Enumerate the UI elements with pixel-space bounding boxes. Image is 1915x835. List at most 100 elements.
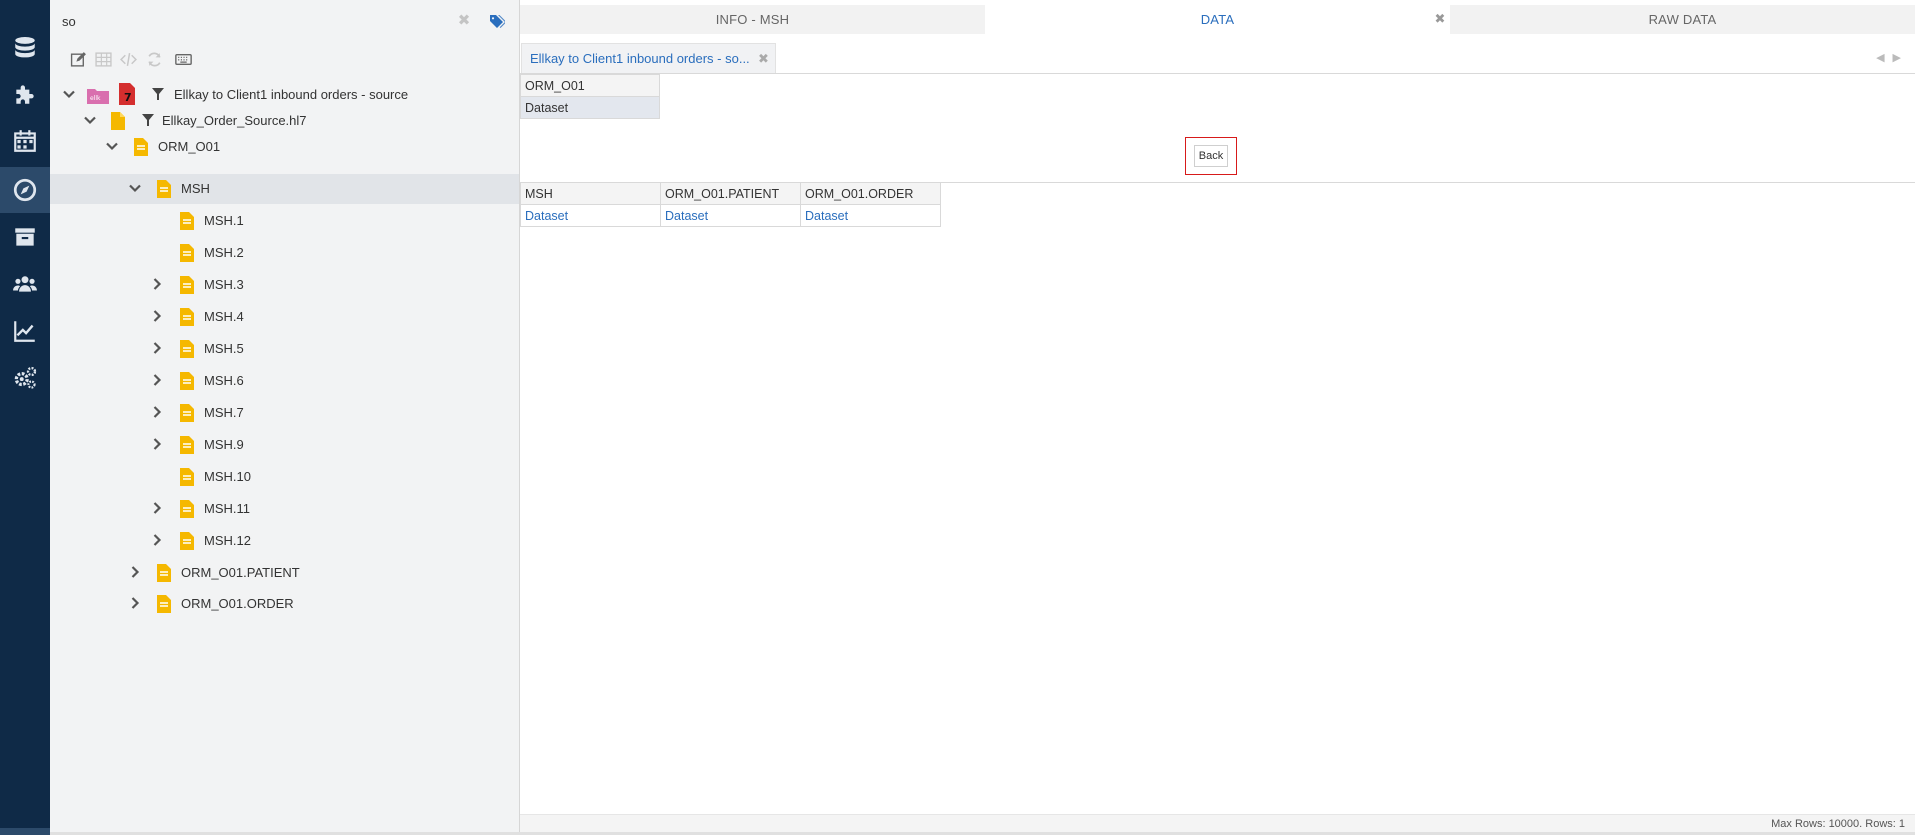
- grid-cell-dataset[interactable]: Dataset: [520, 96, 660, 119]
- back-button[interactable]: Back: [1194, 145, 1228, 167]
- code-icon: [117, 49, 139, 69]
- close-icon[interactable]: ✖: [758, 51, 769, 67]
- tree-node-field[interactable]: MSH.1: [50, 206, 519, 236]
- tree-node-group[interactable]: ORM_O01.PATIENT: [50, 558, 519, 588]
- segment-file-icon: [179, 339, 195, 359]
- chevron-down-icon[interactable]: [62, 87, 78, 103]
- tree-toolbar: [50, 46, 519, 72]
- chevron-down-icon[interactable]: [105, 139, 121, 155]
- nav-database[interactable]: [0, 25, 50, 71]
- nav-settings[interactable]: [0, 355, 50, 401]
- chevron-right-icon[interactable]: [150, 341, 166, 357]
- svg-text:7: 7: [124, 91, 132, 104]
- database-icon: [15, 36, 35, 58]
- segment-file-icon: [179, 435, 195, 455]
- tree-node-field[interactable]: MSH.12: [50, 526, 519, 556]
- tree-node-label: ORM_O01.ORDER: [181, 596, 294, 611]
- keyboard-icon[interactable]: [172, 49, 194, 69]
- nav-users[interactable]: [0, 261, 50, 307]
- subtab-channel[interactable]: Ellkay to Client1 inbound orders - so...…: [521, 43, 776, 73]
- nav-reports[interactable]: [0, 308, 50, 354]
- tree-node-field[interactable]: MSH.4: [50, 302, 519, 332]
- chevron-right-icon[interactable]: [150, 309, 166, 325]
- navigation-rail: [0, 0, 50, 835]
- tab-raw-data[interactable]: RAW DATA: [1450, 5, 1915, 34]
- tab-info-msh[interactable]: INFO - MSH: [520, 5, 985, 34]
- close-tab-icon[interactable]: ✖: [1433, 12, 1447, 26]
- grid-header: ORM_O01.PATIENT: [660, 182, 801, 205]
- segment-grid: MSH ORM_O01.PATIENT ORM_O01.ORDER Datase…: [520, 182, 941, 227]
- tree-node-label: MSH.7: [204, 405, 244, 420]
- chevron-down-icon[interactable]: [128, 181, 144, 197]
- clear-search-icon[interactable]: ✖: [455, 12, 473, 30]
- tab-data[interactable]: DATA: [985, 5, 1450, 34]
- tree-node-label: MSH.5: [204, 341, 244, 356]
- segment-file-icon: [179, 403, 195, 423]
- nav-archive[interactable]: [0, 214, 50, 260]
- segment-file-icon: [179, 371, 195, 391]
- segment-file-icon: [179, 211, 195, 231]
- dataset-link[interactable]: Dataset: [520, 204, 661, 227]
- tree-node-label: MSH.2: [204, 245, 244, 260]
- tree-node-field[interactable]: MSH.10: [50, 462, 519, 492]
- tree-node-field[interactable]: MSH.5: [50, 334, 519, 364]
- tree-node-message[interactable]: ORM_O01: [50, 132, 519, 162]
- subtab-label: Ellkay to Client1 inbound orders - so...: [530, 51, 750, 66]
- tree-node-label: MSH.1: [204, 213, 244, 228]
- tree-node-field[interactable]: MSH.7: [50, 398, 519, 428]
- dataset-link[interactable]: Dataset: [800, 204, 941, 227]
- status-text: Max Rows: 10000. Rows: 1: [1771, 818, 1905, 830]
- tree-node-group[interactable]: ORM_O01.ORDER: [50, 589, 519, 619]
- tree-node-field[interactable]: MSH.11: [50, 494, 519, 524]
- svg-text:ellk: ellk: [90, 95, 101, 102]
- table-icon: [92, 49, 114, 69]
- filter-icon: [152, 88, 164, 100]
- chevron-right-icon[interactable]: [150, 405, 166, 421]
- segment-file-icon: [179, 307, 195, 327]
- filter-icon: [142, 114, 154, 126]
- dataset-link[interactable]: Dataset: [660, 204, 801, 227]
- segment-file-icon: [179, 243, 195, 263]
- chevron-right-icon[interactable]: [150, 277, 166, 293]
- nav-schedule[interactable]: [0, 118, 50, 164]
- search-row: ✖: [50, 8, 519, 36]
- tree-node-field[interactable]: MSH.3: [50, 270, 519, 300]
- tag-icon[interactable]: [489, 14, 507, 32]
- segment-file-icon: [156, 179, 172, 199]
- tab-scroll-arrows-icon[interactable]: ◀▶: [1876, 51, 1909, 64]
- tree-panel: ✖ ellk 7 Ellkay to Client1 inbound: [50, 0, 520, 835]
- chevron-right-icon[interactable]: [150, 437, 166, 453]
- folder-icon: ellk: [87, 86, 109, 104]
- message-grid: ORM_O01 Dataset: [520, 74, 660, 119]
- nav-components[interactable]: [0, 71, 50, 117]
- subtab-row: Ellkay to Client1 inbound orders - so...…: [520, 43, 1915, 74]
- calendar-icon: [14, 130, 36, 152]
- chevron-right-icon[interactable]: [150, 373, 166, 389]
- search-input[interactable]: [58, 10, 446, 32]
- grid-header: ORM_O01: [520, 74, 660, 97]
- chevron-right-icon[interactable]: [150, 501, 166, 517]
- nav-explore[interactable]: [0, 167, 50, 213]
- chevron-right-icon[interactable]: [128, 565, 144, 581]
- tree-node-label: ORM_O01.PATIENT: [181, 565, 300, 580]
- tree-node-field[interactable]: MSH.2: [50, 238, 519, 268]
- tree-node-label: MSH: [181, 181, 210, 196]
- edit-icon[interactable]: [67, 49, 89, 69]
- chevron-down-icon[interactable]: [83, 113, 99, 129]
- compass-icon: [13, 178, 37, 202]
- tree-node-segment[interactable]: MSH: [50, 174, 519, 204]
- segment-file-icon: [179, 467, 195, 487]
- tree-node-field[interactable]: MSH.9: [50, 430, 519, 460]
- tree-node-label: MSH.11: [204, 501, 250, 516]
- tree-node-field[interactable]: MSH.6: [50, 366, 519, 396]
- segment-file-icon: [156, 594, 172, 614]
- tree-node-label: ORM_O01: [158, 139, 221, 154]
- segment-file-icon: [179, 499, 195, 519]
- chevron-right-icon[interactable]: [150, 533, 166, 549]
- tree-node-label: Ellkay to Client1 inbound orders - sourc…: [174, 87, 409, 102]
- segment-file-icon: [156, 563, 172, 583]
- chevron-right-icon[interactable]: [128, 596, 144, 612]
- segment-file-icon: [133, 137, 149, 157]
- users-icon: [13, 276, 37, 292]
- tree-node-label: MSH.6: [204, 373, 244, 388]
